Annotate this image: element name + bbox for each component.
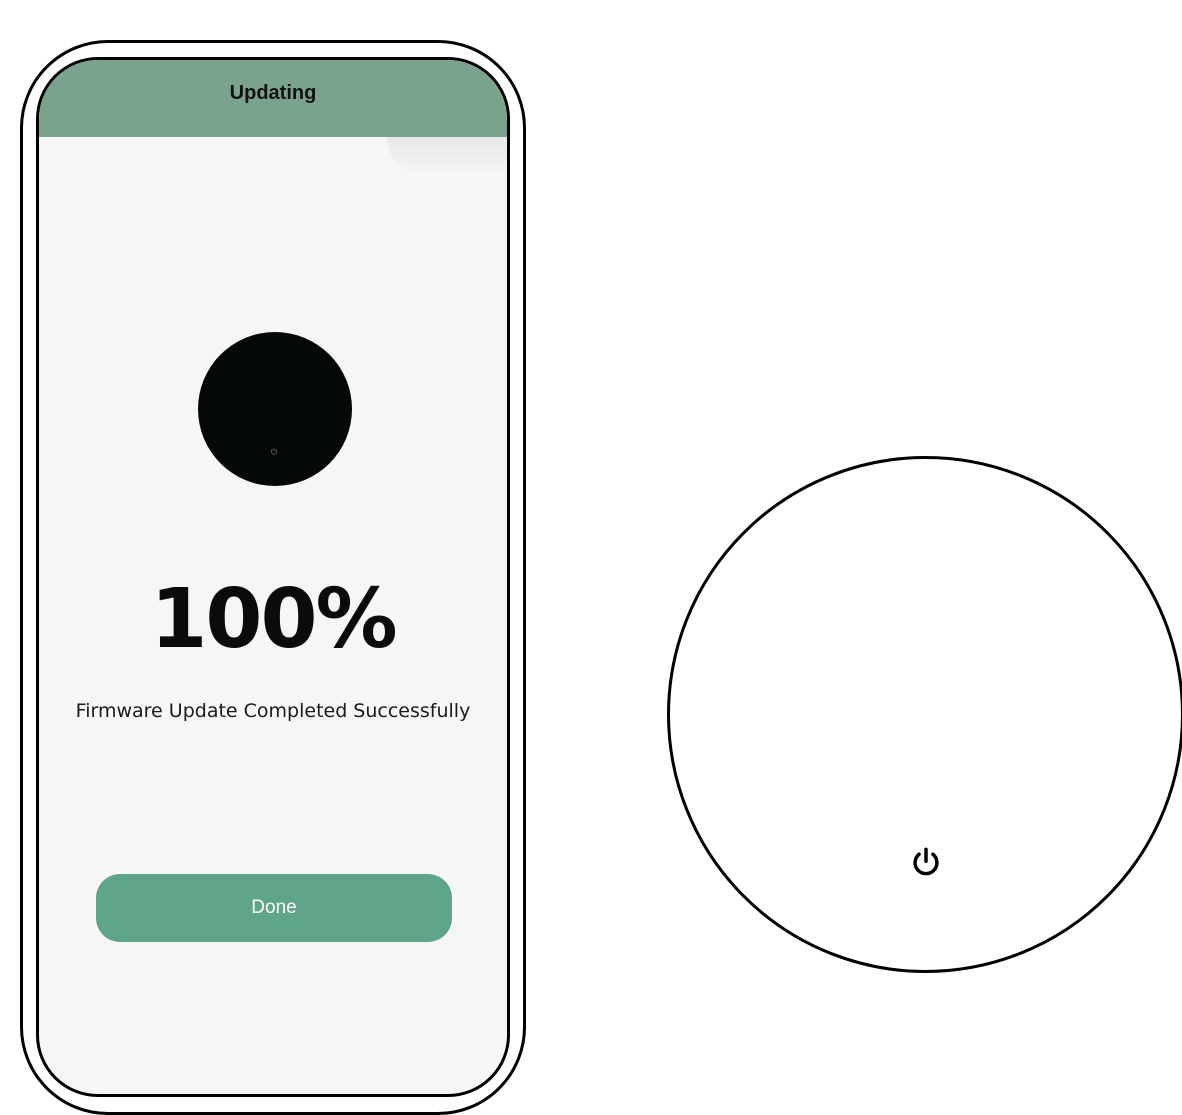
done-button[interactable]: Done [96, 874, 452, 942]
page-title: Updating [229, 82, 317, 104]
power-icon [270, 447, 278, 455]
navigation-header: Updating [39, 60, 507, 137]
progress-percent: 100% [150, 572, 397, 667]
device-image [198, 332, 352, 486]
device-illustration [667, 456, 1182, 973]
power-icon[interactable] [910, 846, 942, 878]
status-message: Firmware Update Completed Successfully [75, 700, 471, 722]
phone-screen: Updating 100% Firmware Update Completed … [36, 57, 510, 1097]
header-shadow [387, 137, 507, 177]
